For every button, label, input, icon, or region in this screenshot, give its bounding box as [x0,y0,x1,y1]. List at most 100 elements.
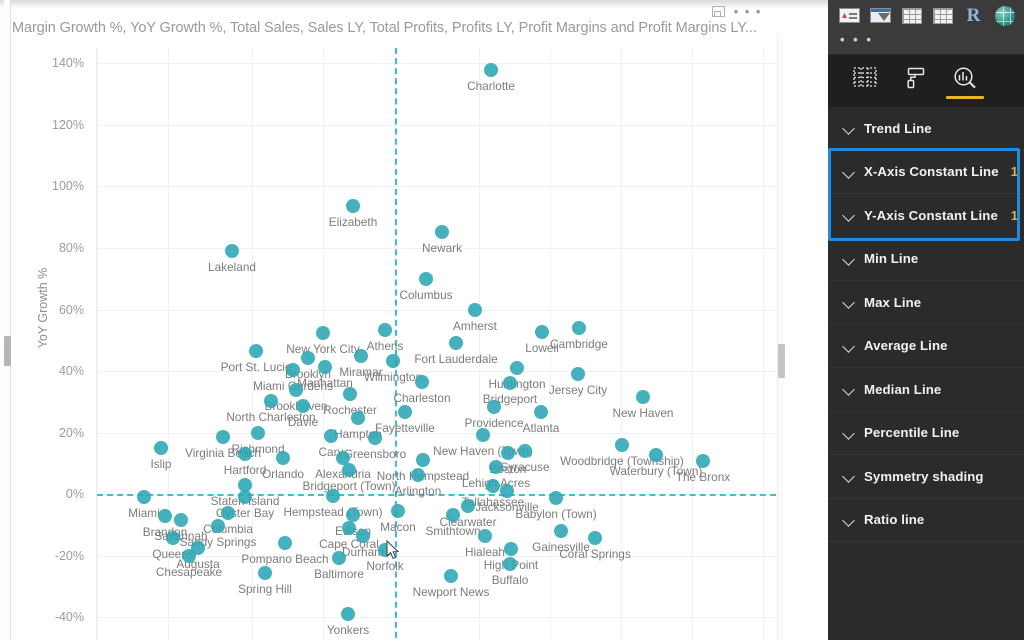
focus-mode-icon[interactable] [711,6,725,17]
analytics-item-max-line[interactable]: Max Line [828,281,1024,325]
scatter-point[interactable] [649,448,663,462]
scatter-point[interactable] [636,390,650,404]
scatter-point[interactable] [264,394,278,408]
scatter-point[interactable] [368,431,382,445]
canvas-scrollbar-thumb[interactable] [4,336,11,366]
filter-visual-icon[interactable] [867,2,894,29]
scatter-point[interactable] [572,321,586,335]
scatter-point[interactable] [158,509,172,523]
scatter-point[interactable] [549,491,563,505]
scatter-point[interactable] [249,344,263,358]
chevron-down-icon[interactable] [842,382,856,396]
analytics-options-list[interactable]: Trend Line X-Axis Constant Line 1 Y-Axis Co… [828,107,1024,640]
scatter-point[interactable] [487,400,501,414]
chevron-down-icon[interactable] [842,339,856,353]
scatter-point[interactable] [503,557,517,571]
scatter-point[interactable] [318,360,332,374]
pane-tab-strip[interactable] [828,55,1024,107]
tab-fields[interactable] [840,55,890,107]
analytics-item-median-line[interactable]: Median Line [828,368,1024,412]
chevron-down-icon[interactable] [842,208,856,222]
scatter-point[interactable] [341,607,355,621]
more-visuals-icon[interactable]: • • • [840,32,873,47]
scatter-point[interactable] [346,199,360,213]
scatter-point[interactable] [354,349,368,363]
scatter-point[interactable] [216,430,230,444]
scatter-point[interactable] [510,361,524,375]
visual-vertical-scrollbar[interactable] [777,34,785,640]
scatter-point[interactable] [276,451,290,465]
matrix-visual-icon[interactable] [929,2,956,29]
scatter-point[interactable] [444,569,458,583]
report-canvas[interactable]: Margin Growth %, YoY Growth %, Total Sal… [0,0,828,640]
scatter-point[interactable] [225,244,239,258]
analytics-item-min-line[interactable]: Min Line [828,238,1024,281]
scatter-point[interactable] [351,411,365,425]
scatter-point[interactable] [486,479,500,493]
scatter-point[interactable] [476,428,490,442]
scatter-point[interactable] [478,529,492,543]
scatter-point[interactable] [446,508,460,522]
scatter-point[interactable] [484,63,498,77]
visualizations-analytics-pane[interactable]: R • • • Trend Line X-Axis Constant Line … [828,0,1024,640]
scatter-point[interactable] [615,438,629,452]
scatter-point[interactable] [588,531,602,545]
scatter-point[interactable] [346,508,360,522]
chevron-down-icon[interactable] [842,469,856,483]
analytics-item-percentile-line[interactable]: Percentile Line [828,412,1024,455]
visualization-type-icons[interactable]: R [836,2,1018,29]
scatter-point[interactable] [489,460,503,474]
scatter-point[interactable] [503,376,517,390]
python-visual-icon[interactable] [991,2,1018,29]
scatter-point[interactable] [182,549,196,563]
more-options-icon[interactable]: • • • [734,4,762,19]
scatter-point[interactable] [342,521,356,535]
scatter-point[interactable] [324,429,338,443]
chevron-down-icon[interactable] [842,252,856,266]
scatter-point[interactable] [154,441,168,455]
chevron-down-icon[interactable] [842,165,856,179]
scatter-point[interactable] [419,272,433,286]
analytics-item-symmetry-shading[interactable]: Symmetry shading [828,455,1024,499]
visual-scrollbar-thumb[interactable] [778,344,785,378]
scatter-point[interactable] [258,566,272,580]
scatter-point[interactable] [316,326,330,340]
chevron-down-icon[interactable] [842,295,856,309]
scatter-point[interactable] [356,529,370,543]
tab-analytics[interactable] [940,55,990,107]
scatter-point[interactable] [221,506,235,520]
tab-format[interactable] [890,55,940,107]
analytics-item-x-axis-constant-line[interactable]: X-Axis Constant Line 1 [828,151,1024,194]
scatter-point[interactable] [449,336,463,350]
analytics-item-y-axis-constant-line[interactable]: Y-Axis Constant Line 1 [828,194,1024,238]
scatter-point[interactable] [211,519,225,533]
scatter-point[interactable] [391,504,405,518]
scatter-point[interactable] [137,490,151,504]
scatter-point[interactable] [238,490,252,504]
analytics-item-average-line[interactable]: Average Line [828,325,1024,368]
scatter-point[interactable] [571,367,585,381]
scatter-point[interactable] [296,399,310,413]
scatter-point[interactable] [398,405,412,419]
scatter-point[interactable] [386,354,400,368]
scatter-point[interactable] [342,463,356,477]
scatter-point[interactable] [378,323,392,337]
scatter-point[interactable] [554,524,568,538]
scatter-point[interactable] [411,468,425,482]
table-visual-icon[interactable] [898,2,925,29]
scatter-point[interactable] [301,351,315,365]
scatter-point[interactable] [534,405,548,419]
scatter-point[interactable] [238,447,252,461]
canvas-vertical-scrollbar[interactable] [4,0,11,640]
scatter-point[interactable] [468,303,482,317]
scatter-point[interactable] [286,363,300,377]
chevron-down-icon[interactable] [842,121,856,135]
scatter-point[interactable] [278,536,292,550]
scatter-point[interactable] [504,542,518,556]
plot-area[interactable]: 140% 120% 100% 80% 60% 40% 20% 0% -20% -40% Charlo… [52,48,776,640]
scatter-point[interactable] [501,446,515,460]
scatter-point[interactable] [518,444,532,458]
analytics-item-trend-line[interactable]: Trend Line [828,107,1024,151]
scatter-point[interactable] [461,499,475,513]
scatter-point[interactable] [332,551,346,565]
